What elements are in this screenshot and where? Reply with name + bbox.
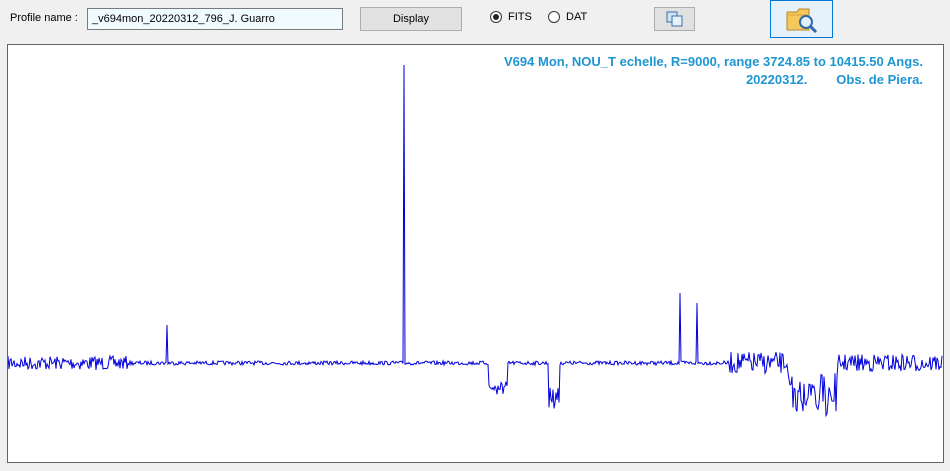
copy-icon — [666, 11, 682, 27]
profile-name-label: Profile name : — [10, 12, 78, 24]
folder-search-icon — [786, 8, 817, 34]
plot-title-line1: V694 Mon, NOU_T echelle, R=9000, range 3… — [504, 54, 923, 69]
format-radio-dat[interactable]: DAT — [548, 11, 587, 23]
radio-dat-label: DAT — [566, 11, 588, 23]
copy-button[interactable] — [654, 7, 695, 31]
plot-title-line2: 20220312. Obs. de Piera. — [745, 72, 923, 87]
spectrum-line — [8, 64, 943, 418]
display-button[interactable]: Display — [360, 7, 462, 31]
profile-name-input[interactable] — [87, 8, 343, 30]
open-profile-button[interactable] — [770, 0, 833, 38]
radio-dat-dot[interactable] — [548, 11, 560, 23]
format-radio-fits[interactable]: FITS — [490, 11, 532, 23]
radio-fits-label: FITS — [508, 11, 532, 23]
spectrum-svg — [8, 64, 943, 418]
radio-fits-dot[interactable] — [490, 11, 502, 23]
spectrum-plot: V694 Mon, NOU_T echelle, R=9000, range 3… — [7, 44, 944, 463]
